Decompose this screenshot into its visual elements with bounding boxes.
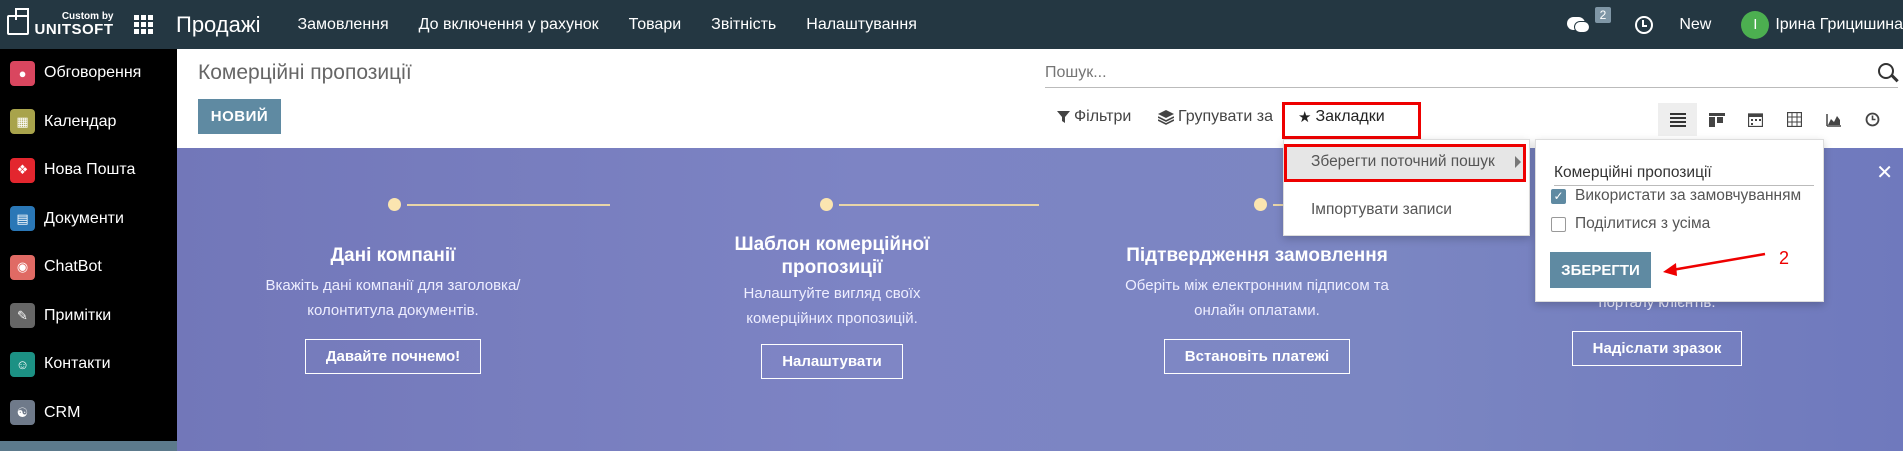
use-default-checkbox[interactable]: ✓	[1551, 188, 1566, 204]
filters-button[interactable]: Фільтри	[1057, 108, 1131, 126]
menu-to-invoice[interactable]: До включення у рахунок	[404, 16, 614, 34]
timeline-dot	[388, 198, 401, 211]
brand-name: UNITSOFT	[34, 21, 114, 38]
step-quotation-template: Шаблон комерційної пропозиції Налаштуйте…	[682, 233, 982, 379]
send-sample-button[interactable]: Надіслати зразок	[1571, 331, 1743, 366]
sidebar-item-calendar[interactable]: ▦ Календар	[0, 98, 177, 147]
sidebar-item-documents[interactable]: ▤ Документи	[0, 195, 177, 244]
step-title: Підтвердження замовлення	[1126, 245, 1388, 266]
pivot-view-icon[interactable]	[1775, 103, 1814, 136]
sidebar-item-contacts[interactable]: ☺ Контакти	[0, 340, 177, 389]
bookmarks-highlight-box	[1282, 102, 1421, 139]
calendar-view-icon[interactable]	[1736, 103, 1775, 136]
share-all-checkbox-row[interactable]: Поділитися з усіма	[1551, 215, 1710, 233]
list-view-icon[interactable]	[1658, 103, 1697, 136]
step-company-data: Дані компанії Вкажіть дані компанії для …	[243, 244, 543, 374]
step-description: Оберіть між електронним підписом та онла…	[1125, 277, 1389, 319]
calendar-icon: ▦	[10, 109, 35, 135]
top-navbar: Custom by UNITSOFT Продажі Замовлення До…	[0, 0, 1903, 49]
layers-icon	[1158, 109, 1174, 125]
new-button[interactable]: НОВИЙ	[198, 99, 281, 134]
customize-button[interactable]: Налаштувати	[761, 344, 903, 379]
sidebar-item-label: CRM	[44, 403, 81, 421]
view-switcher	[1658, 103, 1892, 136]
sidebar-item-label: Примітки	[44, 306, 112, 324]
apps-sidebar: ● Обговорення ▦ Календар ❖ Нова Пошта ▤ …	[0, 49, 177, 451]
kanban-view-icon[interactable]	[1697, 103, 1736, 136]
sidebar-item-label: Обговорення	[44, 64, 142, 82]
save-button[interactable]: ЗБЕРЕГТИ	[1550, 252, 1651, 288]
messages-icon[interactable]: 2	[1567, 6, 1612, 35]
set-payments-button[interactable]: Встановіть платежі	[1163, 339, 1351, 374]
share-all-checkbox[interactable]	[1551, 216, 1566, 232]
close-icon[interactable]: ✕	[1876, 160, 1893, 185]
handshake-icon: ☯	[10, 400, 35, 426]
sidebar-item-chatbot[interactable]: ◉ ChatBot	[0, 243, 177, 292]
step-order-confirmation: Підтвердження замовлення Оберіть між еле…	[1107, 244, 1407, 374]
menu-orders[interactable]: Замовлення	[282, 16, 403, 34]
contacts-icon: ☺	[10, 351, 35, 377]
sidebar-item-discuss[interactable]: ● Обговорення	[0, 49, 177, 98]
search-icon[interactable]	[1878, 63, 1894, 79]
menu-reporting[interactable]: Звітність	[696, 16, 791, 34]
favorite-name-input[interactable]	[1554, 160, 1814, 186]
filter-funnel-icon	[1057, 110, 1070, 123]
timeline-dot	[1254, 198, 1267, 211]
import-records-item[interactable]: Імпортувати записи	[1311, 201, 1452, 219]
menu-products[interactable]: Товари	[614, 16, 696, 34]
submenu-caret-icon	[1515, 156, 1521, 168]
lets-start-button[interactable]: Давайте почнемо!	[304, 339, 482, 374]
save-current-search-item[interactable]: Зберегти поточний пошук	[1311, 153, 1495, 171]
search-bar	[1045, 58, 1898, 88]
sidebar-item-novaposhta[interactable]: ❖ Нова Пошта	[0, 146, 177, 195]
step-title: Шаблон комерційної пропозиції	[734, 234, 930, 278]
sidebar-item-label: Нова Пошта	[44, 161, 136, 179]
sidebar-item-sales-active[interactable]	[0, 441, 177, 451]
app-title[interactable]: Продажі	[176, 12, 260, 38]
novaposhta-icon: ❖	[10, 157, 35, 183]
step-description: Вкажіть дані компанії для заголовка/ кол…	[265, 277, 521, 319]
new-label[interactable]: New	[1679, 16, 1711, 34]
sidebar-item-label: Календар	[44, 112, 117, 130]
activity-view-icon[interactable]	[1853, 103, 1892, 136]
step-description: Налаштуйте вигляд своїх комерційних проп…	[743, 285, 921, 327]
timeline-line	[839, 204, 1039, 206]
documents-icon: ▤	[10, 206, 35, 232]
group-by-button[interactable]: Групувати за	[1158, 108, 1273, 126]
activities-clock-icon[interactable]	[1635, 15, 1654, 34]
chat-bubble-icon: ●	[10, 60, 35, 86]
sidebar-item-label: Документи	[44, 209, 124, 227]
filters-label: Фільтри	[1074, 108, 1132, 125]
menu-configuration[interactable]: Налаштування	[791, 16, 932, 34]
sidebar-item-label: ChatBot	[44, 258, 102, 276]
apps-menu-icon[interactable]	[128, 0, 158, 49]
group-by-label: Групувати за	[1178, 108, 1273, 125]
timeline-dot	[820, 198, 833, 211]
annotation-arrow-icon	[1663, 252, 1766, 276]
notes-icon: ✎	[10, 303, 35, 329]
use-default-checkbox-row[interactable]: ✓ Використати за замовчуванням	[1551, 187, 1801, 205]
annotation-number: 2	[1779, 248, 1790, 268]
graph-view-icon[interactable]	[1814, 103, 1853, 136]
unitsoft-logo-icon	[6, 7, 29, 35]
user-name[interactable]: Ірина Грицишина	[1775, 16, 1903, 34]
use-default-label: Використати за замовчуванням	[1575, 187, 1802, 204]
share-all-label: Поділитися з усіма	[1575, 215, 1711, 232]
user-avatar[interactable]: І	[1741, 10, 1770, 39]
page-title: Комерційні пропозиції	[198, 61, 412, 84]
sidebar-item-crm[interactable]: ☯ CRM	[0, 389, 177, 438]
timeline-line	[407, 204, 610, 206]
step-title: Дані компанії	[330, 245, 456, 266]
sidebar-item-label: Контакти	[44, 355, 111, 373]
sidebar-item-notes[interactable]: ✎ Примітки	[0, 292, 177, 341]
messages-count-badge: 2	[1594, 6, 1612, 23]
chatbot-icon: ◉	[10, 254, 35, 280]
brand-logo[interactable]: Custom by UNITSOFT	[0, 0, 120, 49]
search-input[interactable]	[1045, 63, 1865, 82]
